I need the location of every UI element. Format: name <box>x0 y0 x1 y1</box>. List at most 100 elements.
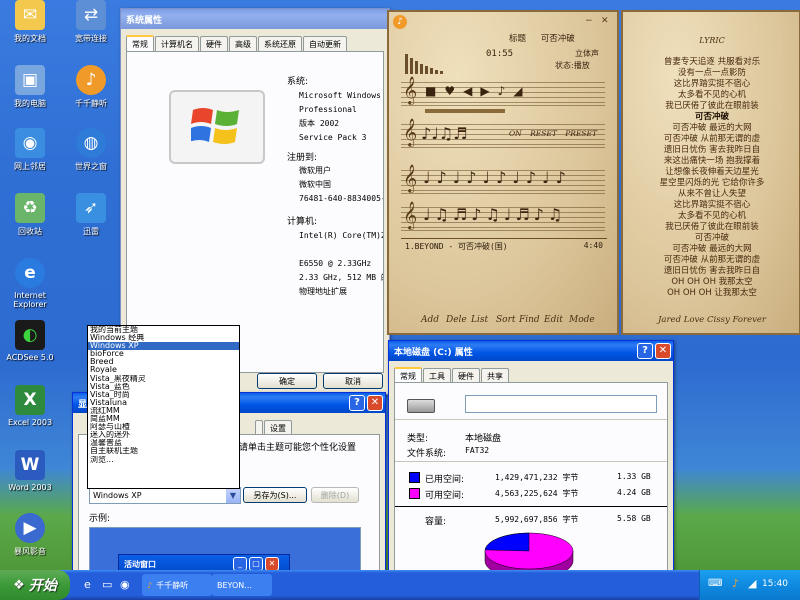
os-service-pack: Service Pack 3 <box>299 133 367 142</box>
theme-option[interactable]: Royale <box>88 366 239 374</box>
menu-add[interactable]: Add <box>421 315 439 325</box>
help-button[interactable]: ? <box>349 395 365 411</box>
quicklaunch-media-icon[interactable]: ◉ <box>120 578 130 591</box>
desktop-icon-word[interactable]: W Word 2003 <box>0 450 60 492</box>
keyboard-icon[interactable]: ⌨ <box>708 578 722 589</box>
eq-sliders[interactable]: ♩♪♩♪♩♪♩♪♩♪ <box>423 168 572 187</box>
task-button-ttplayer[interactable]: ♪ 千千静听 <box>142 574 212 596</box>
close-icon[interactable]: ✕ <box>601 16 609 26</box>
used-space-swatch <box>409 472 420 483</box>
eq-reset-button[interactable]: RESET <box>530 129 557 138</box>
theme-option[interactable]: Vista_黑夜精灵 <box>88 375 239 383</box>
free-space-label: 可用空间: <box>425 491 465 501</box>
used-space-gb: 1.33 GB <box>617 472 651 481</box>
close-button[interactable]: ✕ <box>655 343 671 359</box>
prev-icon[interactable]: ◀ <box>463 84 480 98</box>
eq-buttons: ON RESET PRESET <box>509 129 597 138</box>
theme-combobox[interactable]: Windows XP ▼ <box>89 487 241 504</box>
thunder-icon: ➶ <box>76 193 106 223</box>
capacity-gb: 5.58 GB <box>617 514 651 523</box>
ttplayer-logo-icon[interactable]: ♪ <box>393 15 407 29</box>
pause-icon[interactable]: ♪ <box>498 84 514 98</box>
lyrics-body: 曾妻专天追逐 共服看对乐 没有一点一点影防 这比界踏实挺不宿心 太多看不见的心机 我已厌… <box>623 55 799 303</box>
stop-icon[interactable]: ■ <box>425 84 444 98</box>
ok-button[interactable]: 确定 <box>257 373 317 389</box>
theme-option[interactable]: 温馨普蓝 <box>88 439 239 447</box>
registered-user: 微软用户 <box>299 166 331 175</box>
seek-bar[interactable] <box>425 109 505 113</box>
help-button[interactable]: ? <box>637 343 653 359</box>
registered-org: 微软中国 <box>299 180 331 189</box>
playlist-item[interactable]: 1.BEYOND - 可否冲破(国) 4:40 <box>401 239 607 254</box>
theme-option[interactable]: Breed <box>88 358 239 366</box>
minimize-icon[interactable]: − <box>585 16 593 26</box>
capacity-label: 容量: <box>425 517 447 527</box>
desktop-icon-label: Excel 2003 <box>7 418 53 427</box>
theme-option[interactable]: 简蓝MM <box>88 415 239 423</box>
menu-find[interactable]: Find <box>519 315 540 325</box>
storm-player-icon: ▶ <box>15 513 45 543</box>
desktop-icon-my-computer[interactable]: ▣ 我的电脑 <box>0 65 60 109</box>
ttplayer-tray-icon[interactable]: ♪ <box>732 577 739 590</box>
pie-slice-used <box>484 532 530 552</box>
volume-icon[interactable]: ◢ <box>513 84 530 98</box>
menu-list[interactable]: List <box>471 315 488 325</box>
menu-sort[interactable]: Sort <box>496 315 516 325</box>
tab-general[interactable]: 常规 <box>126 35 154 52</box>
notes-decoration-icon: ♪♩♫♬ <box>421 124 468 143</box>
desktop-icon-acdsee[interactable]: ◐ ACDSee 5.0 <box>0 320 60 362</box>
theme-option[interactable]: Windows 经典 <box>88 334 239 342</box>
delete-button: 删除(D) <box>311 487 359 503</box>
menu-delete[interactable]: Dele <box>446 315 467 325</box>
now-playing-label: 标题 <box>509 34 527 44</box>
eq-preset-button[interactable]: PRESET <box>565 129 597 138</box>
theme-option[interactable]: 流红MM <box>88 407 239 415</box>
theme-option-selected[interactable]: Windows XP <box>88 342 239 351</box>
chevron-down-icon[interactable]: ▼ <box>226 488 240 503</box>
theme-combobox-value: Windows XP <box>93 491 142 500</box>
desktop-icon-internet-explorer[interactable]: e Internet Explorer <box>0 258 60 309</box>
task-button-beyond[interactable]: BEYON... <box>212 574 272 596</box>
ttplayer-main-window: ♪ − ✕ 标题 可否冲破 01:55 立体声 状态:播放 𝄞 ■♥◀▶♪◢ 𝄞… <box>387 10 619 335</box>
desktop-icon-network-places[interactable]: ◉ 网上邻居 <box>0 128 60 172</box>
desktop-icon-theworld[interactable]: ◍ 世界之窗 <box>61 128 121 172</box>
theme-option[interactable]: Vista_蓝色 <box>88 383 239 391</box>
theme-dropdown-list: 我的当前主题 Windows 经典 Windows XP bioForce Br… <box>87 325 240 489</box>
desktop-icon-broadband[interactable]: ⇄ 宽带连接 <box>61 0 121 44</box>
menu-mode[interactable]: Mode <box>569 315 595 325</box>
system-label: 系统: <box>287 77 309 87</box>
preview-close-icon: ✕ <box>265 557 279 571</box>
desktop-icon-my-documents[interactable]: ✉ 我的文档 <box>0 0 60 44</box>
theme-option[interactable]: Vistaluna <box>88 399 239 407</box>
eq-sliders-2[interactable]: ♩♫♬♪♫♩♬♪♫ <box>423 205 566 224</box>
theme-option[interactable]: 自主联机主题 <box>88 447 239 455</box>
theme-option[interactable]: bioForce <box>88 350 239 358</box>
desktop-icon-recycle-bin[interactable]: ♻ 回收站 <box>0 193 60 237</box>
theme-option[interactable]: 我的当前主题 <box>88 326 239 334</box>
desktop-icon-thunder[interactable]: ➶ 迅雷 <box>61 193 121 237</box>
theme-option[interactable]: 浏览... <box>88 456 239 464</box>
theme-option[interactable]: 阿瑟与山楂 <box>88 423 239 431</box>
menu-edit[interactable]: Edit <box>544 315 563 325</box>
desktop-icon-storm-player[interactable]: ▶ 暴风影音 <box>0 513 60 557</box>
desktop-icon-excel[interactable]: X Excel 2003 <box>0 385 60 427</box>
playlist-item-title: 1.BEYOND - 可否冲破(国) <box>405 242 508 251</box>
favorite-icon[interactable]: ♥ <box>444 84 463 98</box>
eq-on-button[interactable]: ON <box>509 129 522 138</box>
start-button[interactable]: ❖ 开始 <box>0 570 70 600</box>
volume-label-input[interactable] <box>465 395 657 413</box>
quicklaunch-desktop-icon[interactable]: ▭ <box>102 578 112 591</box>
volume-icon[interactable]: ◢ <box>748 577 756 590</box>
system-properties-titlebar[interactable]: 系统属性 <box>121 9 389 29</box>
cancel-button[interactable]: 取消 <box>323 373 383 389</box>
theme-option[interactable]: Vista_时尚 <box>88 391 239 399</box>
theme-option[interactable]: 迷入的迷外 <box>88 431 239 439</box>
play-icon[interactable]: ▶ <box>480 84 497 98</box>
quicklaunch-ie-icon[interactable]: e <box>84 578 91 591</box>
lyric-line: OH OH OH 让我那太空 <box>667 288 757 298</box>
registered-label: 注册到: <box>287 153 318 163</box>
desktop-icon-ttplayer[interactable]: ♪ 千千静听 <box>61 65 121 109</box>
save-as-button[interactable]: 另存为(S)... <box>243 487 307 503</box>
close-button[interactable]: ✕ <box>367 395 383 411</box>
disk-properties-titlebar[interactable]: 本地磁盘 (C:) 属性 ? ✕ <box>389 341 673 361</box>
